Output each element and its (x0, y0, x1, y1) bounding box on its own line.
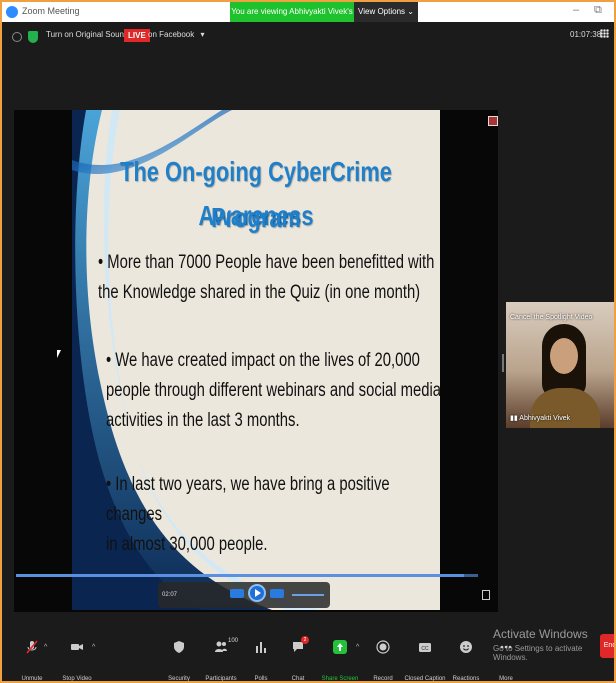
bullet-line: people through different webinars and so… (106, 380, 440, 401)
bullet-line: • In last two years, we have bring a pos… (106, 474, 390, 525)
slide-title-line2: Program (211, 202, 301, 233)
more-label: More (499, 676, 513, 682)
security-label: Security (168, 676, 190, 682)
slide-bullet: • More than 7000 People have been benefi… (98, 248, 440, 308)
signal-bars-icon: ▮▮ (510, 415, 518, 422)
participants-label: Participants (205, 676, 237, 682)
share-screen-icon (333, 640, 347, 654)
bullet-line: activities in the last 3 months. (106, 410, 300, 431)
unmute-label: Unmute (21, 676, 43, 682)
cc-icon: CC (419, 643, 431, 652)
bullet-line: • More than 7000 People have been benefi… (98, 252, 435, 273)
slide-bullet: • In last two years, we have bring a pos… (106, 470, 440, 560)
live-facebook-button[interactable]: on Facebook ▾ (148, 30, 205, 39)
bullet-line: in almost 30,000 people. (106, 534, 268, 555)
play-icon[interactable] (248, 584, 266, 602)
polls-label: Polls (254, 676, 268, 682)
annotate-icon[interactable] (488, 116, 498, 126)
zoom-app-icon (6, 6, 18, 18)
video-options-caret[interactable]: ^ (92, 644, 95, 651)
shield-icon (174, 641, 184, 653)
share-options-caret[interactable]: ^ (356, 644, 359, 651)
bullet-line: • We have created impact on the lives of… (106, 350, 420, 371)
minimize-button[interactable]: – (573, 4, 579, 16)
volume-slider[interactable] (292, 594, 324, 596)
meeting-timer: 01:07:38 (570, 30, 602, 39)
chat-unread-badge: 2 (301, 636, 309, 644)
chevron-down-icon: ▾ (200, 30, 205, 39)
svg-text:CC: CC (421, 646, 429, 652)
record-icon (376, 640, 390, 654)
speaker-name-label: Abhivyakti Vivek (519, 415, 571, 422)
document-icon[interactable] (482, 590, 490, 600)
viewing-banner: You are viewing Abhivyakti Vivek's scree… (230, 2, 354, 36)
more-icon (500, 645, 512, 649)
zoom-window: Zoom Meeting You are viewing Abhivyakti … (0, 0, 616, 683)
reactions-icon (460, 641, 472, 653)
slide-bullet: • We have created impact on the lives of… (106, 346, 440, 436)
live-badge[interactable]: LIVE (124, 29, 150, 42)
end-meeting-button[interactable]: End (600, 634, 614, 658)
video-time: 02:07 (162, 592, 178, 598)
video-progress-track[interactable] (16, 574, 478, 577)
fast-forward-icon[interactable] (270, 589, 284, 598)
mic-muted-icon (26, 640, 38, 654)
facebook-label: on Facebook (148, 30, 195, 39)
closed-caption-label: Closed Caption (404, 676, 446, 682)
bullet-line: the Knowledge shared in the Quiz (in one… (98, 282, 421, 303)
presentation-slide: The On-going CyberCrime Awareness Progra… (72, 110, 440, 610)
info-icon[interactable] (12, 32, 22, 42)
chat-label: Chat (291, 676, 305, 682)
audio-options-caret[interactable]: ^ (44, 644, 47, 651)
restore-button[interactable]: ⧉ (594, 4, 602, 17)
speaker-face (550, 338, 578, 374)
participants-icon (215, 641, 227, 652)
view-options-button[interactable]: View Options ⌄ (354, 2, 418, 22)
participant-count: 100 (228, 638, 239, 644)
gallery-view-icon[interactable] (600, 29, 609, 38)
reactions-label: Reactions (452, 676, 480, 682)
stop-video-label: Stop Video (62, 676, 92, 682)
meeting-toolbar: Unmute ^ Stop Video ^ Security 100 Parti… (2, 616, 614, 682)
original-sound-label: Turn on Original Sound (46, 30, 129, 39)
title-bar: Zoom Meeting You are viewing Abhivyakti … (2, 2, 614, 36)
speaker-video-tile[interactable]: Cancel the Spotlight Video ▮▮ Abhivyakti… (506, 302, 614, 428)
video-camera-icon (71, 644, 83, 650)
speaker-name: ▮▮ Abhivyakti Vivek (510, 414, 570, 422)
polls-icon (256, 642, 266, 653)
encryption-shield-icon[interactable] (28, 31, 38, 43)
meeting-top-strip (2, 22, 614, 56)
mouse-cursor-icon (57, 350, 61, 358)
record-label: Record (373, 676, 393, 682)
share-screen-label: Share Screen (321, 676, 359, 682)
video-progress-fill (16, 574, 465, 577)
rewind-icon[interactable] (230, 589, 244, 598)
cancel-spotlight-button[interactable]: Cancel the Spotlight Video (510, 314, 592, 321)
panel-resize-handle[interactable] (502, 354, 504, 372)
window-title: Zoom Meeting (22, 6, 80, 16)
